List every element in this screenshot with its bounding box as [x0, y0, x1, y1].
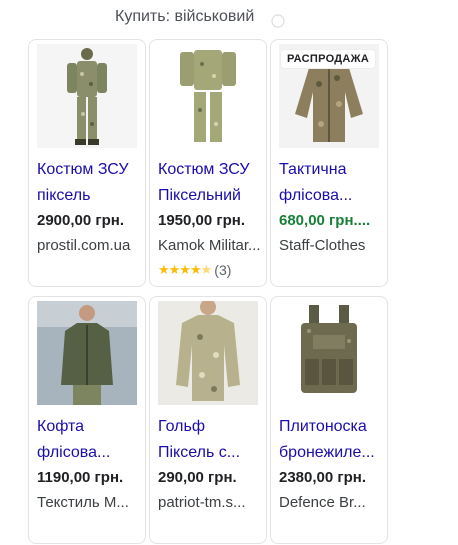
- product-store: Kamok Militar...: [158, 237, 261, 254]
- camo-suit-hanger-icon: [158, 44, 258, 148]
- plate-carrier-icon: [279, 301, 379, 405]
- product-card[interactable]: Костюм ЗСУ Піксельний 1950,00 грн. Kamok…: [149, 39, 267, 287]
- shopping-header: Купить: військовий: [0, 6, 458, 30]
- product-price: 290,00 грн.: [158, 469, 237, 486]
- product-card[interactable]: Костюм ЗСУ піксель 2900,00 грн. prostil.…: [28, 39, 146, 287]
- product-image[interactable]: [37, 44, 137, 148]
- product-price: 2380,00 грн.: [279, 469, 367, 486]
- product-card[interactable]: Гольф Піксель с... 290,00 грн. patriot-t…: [149, 296, 267, 544]
- product-title[interactable]: Гольф Піксель с...: [158, 414, 262, 466]
- product-title[interactable]: Плитоноска бронежиле...: [279, 414, 383, 466]
- product-title[interactable]: Костюм ЗСУ Піксельний: [158, 157, 262, 209]
- star-rating-icon: ★★★★★: [158, 262, 212, 277]
- product-image[interactable]: [279, 301, 379, 405]
- product-rating: ★★★★★ (3): [158, 262, 231, 278]
- product-title[interactable]: Тактична флісова...: [279, 157, 383, 209]
- product-card[interactable]: РАСПРОДАЖА Тактична флісова... 680,00 гр…: [270, 39, 388, 287]
- product-store: Staff-Clothes: [279, 237, 366, 254]
- product-image[interactable]: [158, 44, 258, 148]
- sale-badge: РАСПРОДАЖА: [281, 50, 376, 68]
- product-image[interactable]: [158, 301, 258, 405]
- product-card[interactable]: Плитоноска бронежиле... 2380,00 грн. Def…: [270, 296, 388, 544]
- product-image[interactable]: [37, 301, 137, 405]
- product-store: Defence Br...: [279, 494, 366, 511]
- product-store: Текстиль М...: [37, 494, 129, 511]
- rating-count: (3): [214, 262, 232, 278]
- camo-shirt-person-icon: [158, 301, 258, 405]
- olive-fleece-person-icon: [37, 301, 137, 405]
- camo-suit-person-icon: [37, 44, 137, 148]
- product-store: prostil.com.ua: [37, 237, 131, 254]
- product-price: 680,00 грн....: [279, 212, 371, 229]
- product-title[interactable]: Кофта флісова...: [37, 414, 141, 466]
- info-icon[interactable]: [271, 14, 285, 28]
- product-card[interactable]: Кофта флісова... 1190,00 грн. Текстиль М…: [28, 296, 146, 544]
- product-price: 2900,00 грн.: [37, 212, 125, 229]
- shopping-header-text: Купить: військовий: [115, 8, 255, 25]
- product-store: patriot-tm.s...: [158, 494, 246, 511]
- product-price: 1190,00 грн.: [37, 469, 124, 486]
- product-price: 1950,00 грн.: [158, 212, 246, 229]
- product-title[interactable]: Костюм ЗСУ піксель: [37, 157, 141, 209]
